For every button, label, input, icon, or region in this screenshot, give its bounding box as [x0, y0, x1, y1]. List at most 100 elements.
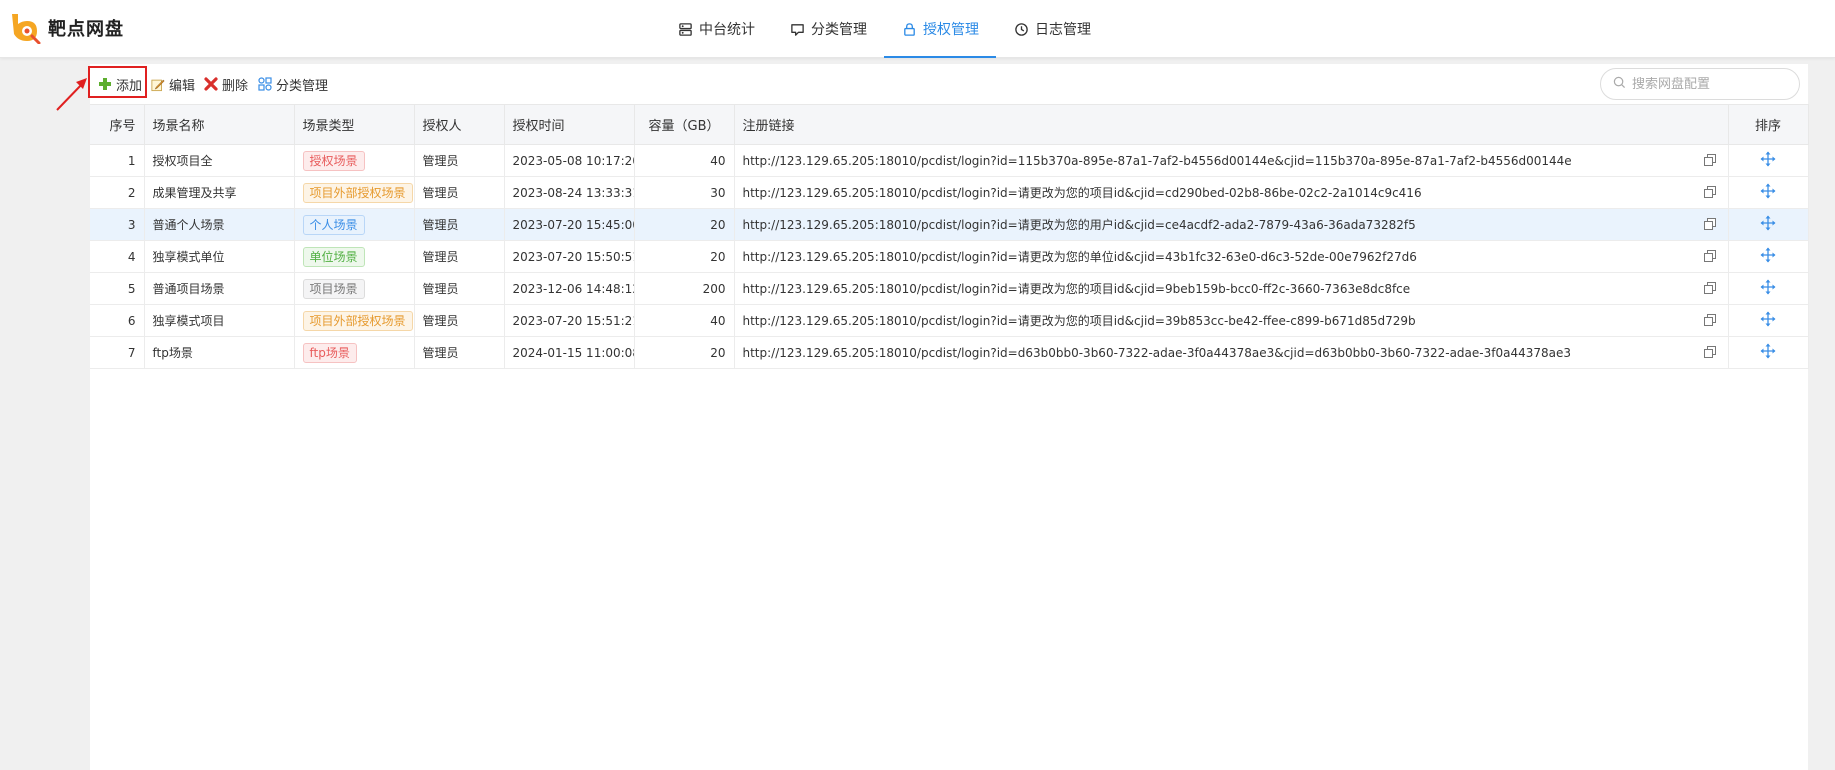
category-manage-label: 分类管理 [276, 78, 329, 94]
sort-cell [1728, 176, 1809, 209]
capacity: 200 [634, 272, 735, 305]
auth-time: 2023-12-06 14:48:12 [504, 272, 635, 305]
sort-cell [1728, 208, 1809, 241]
toolbar: 添加 编辑 删除 分类管理 [88, 64, 1808, 104]
column-header[interactable]: 场景名称 [144, 104, 295, 145]
search-input[interactable] [1632, 76, 1792, 92]
drag-handle-icon[interactable] [1760, 343, 1776, 362]
scene-name: 授权项目全 [144, 144, 295, 177]
table-row[interactable]: 5 普通项目场景 项目场景 管理员 2023-12-06 14:48:12 20… [90, 272, 1809, 305]
row-number: 6 [90, 304, 145, 337]
auth-time: 2023-07-20 15:50:51 [504, 240, 635, 273]
scene-type-tag: 授权场景 [302, 150, 365, 171]
register-link-cell: http://123.129.65.205:18010/pcdist/login… [734, 304, 1729, 337]
register-link: http://123.129.65.205:18010/pcdist/login… [742, 345, 1572, 360]
scene-type-cell: 项目外部授权场景 [294, 176, 415, 209]
drag-handle-icon[interactable] [1760, 279, 1776, 298]
top-header: 靶点网盘 中台统计 分类管理 授权管理 日志管理 [0, 0, 1835, 58]
edit-icon [151, 77, 165, 91]
scene-type-tag: 项目外部授权场景 [302, 182, 413, 203]
register-link-cell: http://123.129.65.205:18010/pcdist/login… [734, 272, 1729, 305]
register-link: http://123.129.65.205:18010/pcdist/login… [742, 218, 1416, 232]
main-panel: 添加 编辑 删除 分类管理 搜索网盘配置 序号 场景名称 场景类型 授权人 授权… [88, 64, 1809, 770]
table-row[interactable]: 7 ftp场景 ftp场景 管理员 2024-01-15 11:00:08 20… [90, 336, 1809, 369]
scene-name: 成果管理及共享 [144, 176, 295, 209]
search-box [1600, 68, 1800, 100]
column-header[interactable]: 容量（GB） [634, 104, 735, 145]
scene-type-cell: 授权场景 [294, 144, 415, 177]
app-logo[interactable]: 靶点网盘 [8, 12, 124, 45]
scene-name: 普通个人场景 [144, 208, 295, 241]
table-row[interactable]: 2 成果管理及共享 项目外部授权场景 管理员 2023-08-24 13:33:… [90, 176, 1809, 209]
register-link: http://123.129.65.205:18010/pcdist/login… [742, 186, 1422, 200]
table-row[interactable]: 3 普通个人场景 个人场景 管理员 2023-07-20 15:45:00 20… [90, 208, 1809, 241]
table-row[interactable]: 4 独享模式单位 单位场景 管理员 2023-07-20 15:50:51 20… [90, 240, 1809, 273]
nav-label: 中台统计 [699, 22, 755, 38]
copy-icon[interactable] [1703, 282, 1716, 294]
owner: 管理员 [414, 240, 505, 273]
nav-label: 日志管理 [1035, 22, 1091, 38]
row-number: 5 [90, 272, 145, 305]
owner: 管理员 [414, 336, 505, 369]
plus-icon [98, 77, 112, 91]
capacity: 30 [634, 176, 735, 209]
nav-item-logs[interactable]: 日志管理 [996, 0, 1108, 58]
drag-handle-icon[interactable] [1760, 151, 1776, 170]
column-header[interactable]: 授权时间 [504, 104, 635, 145]
capacity: 20 [634, 240, 735, 273]
drag-handle-icon[interactable] [1760, 215, 1776, 234]
nav-item-category[interactable]: 分类管理 [772, 0, 884, 58]
register-link: http://123.129.65.205:18010/pcdist/login… [742, 153, 1572, 168]
column-header[interactable]: 排序 [1728, 104, 1809, 145]
search-icon [1613, 76, 1626, 92]
drag-handle-icon[interactable] [1760, 311, 1776, 330]
sort-cell [1728, 240, 1809, 273]
scene-name: ftp场景 [144, 336, 295, 369]
capacity: 20 [634, 208, 735, 241]
sort-cell [1728, 144, 1809, 177]
dashboard-icon [677, 21, 693, 37]
authorization-table: 序号 场景名称 场景类型 授权人 授权时间 容量（GB） 注册链接 排序 1 授… [90, 104, 1809, 369]
register-link: http://123.129.65.205:18010/pcdist/login… [742, 282, 1411, 296]
scene-name: 普通项目场景 [144, 272, 295, 305]
row-number: 1 [90, 144, 145, 177]
nav-item-authorization[interactable]: 授权管理 [884, 0, 996, 58]
register-link: http://123.129.65.205:18010/pcdist/login… [742, 250, 1417, 264]
row-number: 3 [90, 208, 145, 241]
lock-icon [901, 21, 917, 37]
column-header[interactable]: 授权人 [414, 104, 505, 145]
drag-handle-icon[interactable] [1760, 247, 1776, 266]
edit-button[interactable]: 编辑 [151, 72, 195, 96]
scene-name: 独享模式单位 [144, 240, 295, 273]
copy-icon[interactable] [1703, 154, 1716, 166]
scene-type-tag: 单位场景 [302, 246, 365, 267]
delete-label: 删除 [222, 78, 249, 94]
column-header[interactable]: 场景类型 [294, 104, 415, 145]
column-header[interactable]: 注册链接 [734, 104, 1729, 145]
scene-type-cell: 个人场景 [294, 208, 415, 241]
copy-icon[interactable] [1703, 346, 1716, 358]
auth-time: 2023-07-20 15:45:00 [504, 208, 635, 241]
copy-icon[interactable] [1703, 314, 1716, 326]
drag-handle-icon[interactable] [1760, 183, 1776, 202]
category-icon [789, 21, 805, 37]
column-header[interactable]: 序号 [90, 104, 145, 145]
table-row[interactable]: 1 授权项目全 授权场景 管理员 2023-05-08 10:17:20 40 … [90, 144, 1809, 177]
delete-button[interactable]: 删除 [204, 72, 248, 96]
scene-type-cell: 项目外部授权场景 [294, 304, 415, 337]
category-manage-button[interactable]: 分类管理 [258, 72, 328, 96]
copy-icon[interactable] [1703, 250, 1716, 262]
owner: 管理员 [414, 208, 505, 241]
add-button[interactable]: 添加 [98, 72, 142, 96]
auth-time: 2023-07-20 15:51:21 [504, 304, 635, 337]
copy-icon[interactable] [1703, 186, 1716, 198]
copy-icon[interactable] [1703, 218, 1716, 230]
row-number: 7 [90, 336, 145, 369]
scene-type-tag: ftp场景 [302, 342, 357, 363]
auth-time: 2023-05-08 10:17:20 [504, 144, 635, 177]
row-number: 4 [90, 240, 145, 273]
scene-type-tag: 个人场景 [302, 214, 365, 235]
nav-item-statistics[interactable]: 中台统计 [660, 0, 772, 58]
row-number: 2 [90, 176, 145, 209]
table-row[interactable]: 6 独享模式项目 项目外部授权场景 管理员 2023-07-20 15:51:2… [90, 304, 1809, 337]
